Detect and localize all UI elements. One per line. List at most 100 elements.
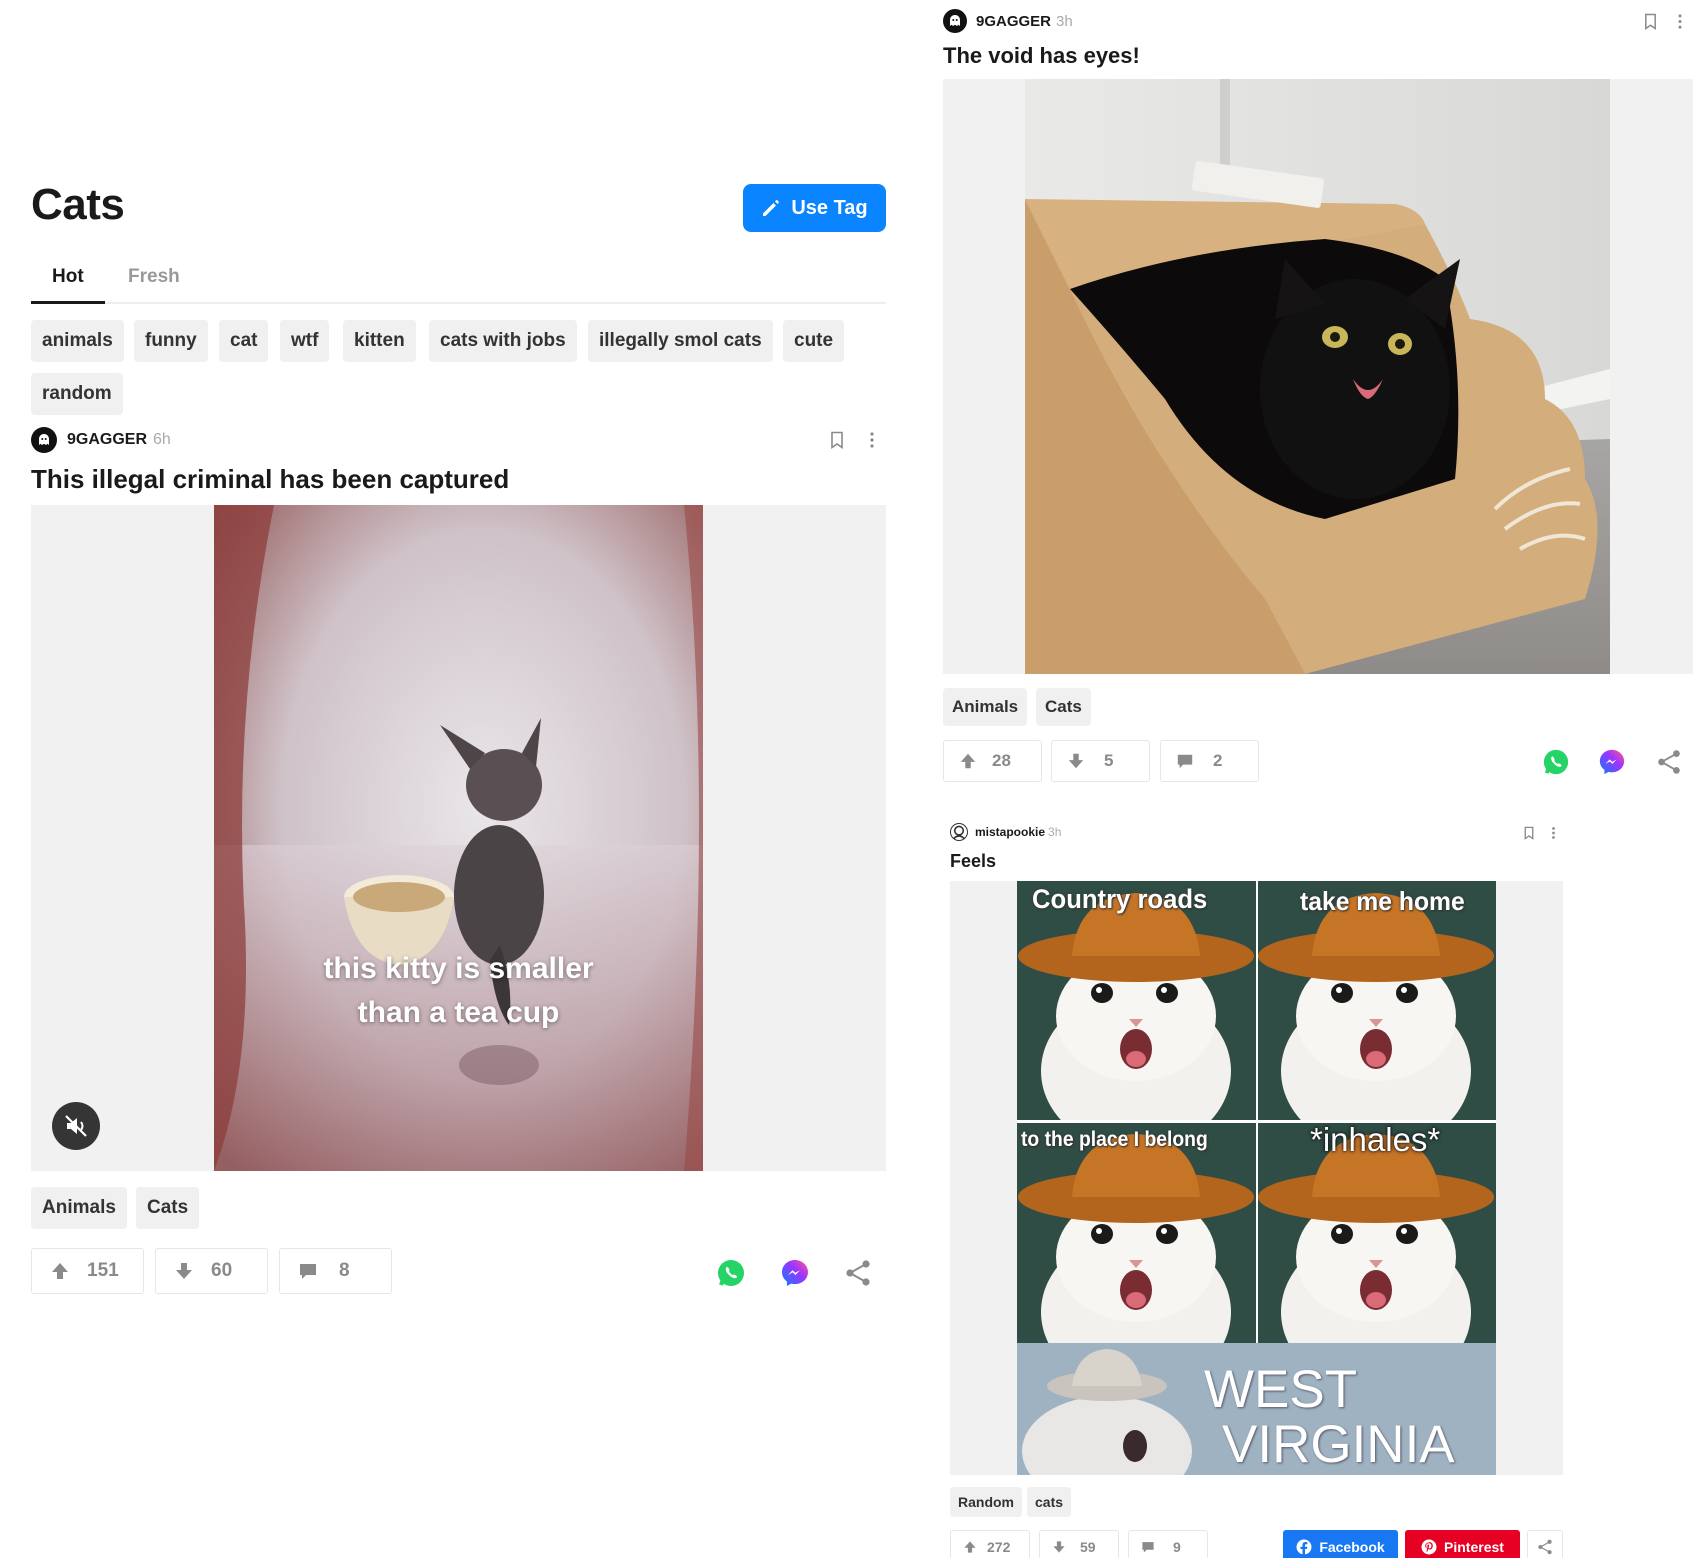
post-tag[interactable]: Animals <box>31 1187 127 1229</box>
tag-chip[interactable]: wtf <box>280 320 330 362</box>
tag-chip[interactable]: kitten <box>343 320 416 362</box>
upvote-count: 272 <box>987 1539 1011 1555</box>
meme-caption: take me home <box>1300 886 1465 916</box>
comments-button[interactable]: 8 <box>279 1248 392 1294</box>
cowboy-cat-meme[interactable]: Country roads take me home to the place … <box>1017 881 1496 1475</box>
avatar[interactable] <box>31 427 57 453</box>
facebook-label: Facebook <box>1319 1539 1385 1555</box>
post-title[interactable]: This illegal criminal has been captured <box>31 464 509 495</box>
downvote-button[interactable]: 60 <box>155 1248 268 1294</box>
comment-count: 9 <box>1173 1539 1181 1555</box>
bookmark-icon <box>1524 826 1534 840</box>
downvote-count: 59 <box>1080 1539 1096 1555</box>
pinterest-label: Pinterest <box>1444 1539 1504 1555</box>
author-name[interactable]: mistapookie <box>975 825 1045 839</box>
tab-hot[interactable]: Hot <box>31 266 105 304</box>
video-caption-line: this kitty is smaller <box>323 952 594 985</box>
arrow-down-icon <box>1053 1541 1065 1553</box>
post-header: 9GAGGER 3h <box>943 9 1073 33</box>
upvote-button[interactable]: 272 <box>950 1530 1030 1558</box>
downvote-count: 60 <box>211 1260 233 1281</box>
comment-icon <box>1142 1542 1154 1553</box>
tag-chip[interactable]: cat <box>219 320 269 362</box>
facebook-share-button[interactable]: Facebook <box>1283 1530 1398 1558</box>
avatar[interactable] <box>943 9 967 33</box>
upvote-count: 28 <box>992 751 1011 770</box>
post-time: 3h <box>1056 12 1073 30</box>
mute-toggle-button[interactable] <box>52 1102 100 1150</box>
comment-icon <box>1177 754 1193 769</box>
post-tag[interactable]: Cats <box>136 1187 200 1229</box>
avatar[interactable] <box>950 823 968 841</box>
post-media-container[interactable]: Country roads take me home to the place … <box>950 881 1563 1475</box>
pencil-icon <box>763 200 780 216</box>
messenger-icon[interactable] <box>1598 748 1626 776</box>
downvote-button[interactable]: 5 <box>1051 740 1150 782</box>
post-media-container[interactable]: this kitty is smaller than a tea cup <box>31 505 886 1171</box>
whatsapp-icon[interactable] <box>1542 748 1570 776</box>
tag-chip[interactable]: cats with jobs <box>429 320 577 362</box>
post-media-container[interactable] <box>943 79 1693 674</box>
post-time: 6h <box>153 431 171 448</box>
bookmark-button[interactable] <box>1521 824 1537 842</box>
arrow-down-icon <box>176 1263 192 1279</box>
more-options-button[interactable] <box>1547 824 1559 842</box>
messenger-icon[interactable] <box>780 1258 810 1288</box>
tag-chip[interactable]: random <box>31 373 123 415</box>
arrow-up-icon <box>52 1263 68 1279</box>
post-title[interactable]: The void has eyes! <box>943 43 1140 69</box>
comment-count: 8 <box>339 1260 350 1281</box>
upvote-button[interactable]: 151 <box>31 1248 144 1294</box>
upvote-button[interactable]: 28 <box>943 740 1042 782</box>
post-tag[interactable]: Random <box>950 1487 1022 1517</box>
more-options-button[interactable] <box>862 429 882 451</box>
kitten-video-frame <box>214 505 703 1171</box>
tag-chip[interactable]: cute <box>783 320 845 362</box>
pinterest-share-button[interactable]: Pinterest <box>1405 1530 1520 1558</box>
comments-button[interactable]: 9 <box>1128 1530 1208 1558</box>
post-header: 9GAGGER 6h <box>31 427 171 453</box>
meme-caption: *inhales* <box>1310 1121 1441 1158</box>
meme-caption: to the place I belong <box>1021 1128 1208 1151</box>
more-share-button[interactable] <box>1527 1530 1563 1558</box>
bookmark-icon <box>831 431 843 449</box>
post-title[interactable]: Feels <box>950 851 996 872</box>
meme-caption: WEST <box>1204 1360 1358 1419</box>
author-name[interactable]: 9GAGGER <box>67 431 147 449</box>
post-tag[interactable]: Cats <box>1036 688 1091 726</box>
tab-fresh[interactable]: Fresh <box>128 266 180 304</box>
arrow-up-icon <box>960 753 976 769</box>
more-vertical-icon <box>1678 13 1682 29</box>
downvote-button[interactable]: 59 <box>1039 1530 1119 1558</box>
use-tag-button[interactable]: Use Tag <box>743 184 886 232</box>
more-vertical-icon <box>870 432 874 448</box>
share-icon <box>1538 1539 1552 1555</box>
comment-icon <box>300 1264 316 1279</box>
comments-button[interactable]: 2 <box>1160 740 1259 782</box>
bookmark-button[interactable] <box>826 429 848 451</box>
bookmark-button[interactable] <box>1640 10 1660 32</box>
meme-caption: VIRGINIA <box>1222 1415 1455 1474</box>
ghost-icon <box>950 15 960 26</box>
author-name[interactable]: 9GAGGER <box>976 13 1051 30</box>
share-icon[interactable] <box>1656 749 1682 775</box>
more-options-button[interactable] <box>1672 10 1688 32</box>
comment-count: 2 <box>1213 751 1223 770</box>
post-tag[interactable]: Animals <box>943 688 1028 726</box>
kitten-video[interactable]: this kitty is smaller than a tea cup <box>214 505 703 1171</box>
post-tag[interactable]: cats <box>1027 1487 1072 1517</box>
sort-tabs: Hot Fresh <box>31 262 886 304</box>
tag-chip[interactable]: funny <box>134 320 208 362</box>
black-cat-in-box-image <box>1025 79 1610 674</box>
upvote-count: 151 <box>87 1260 119 1281</box>
arrow-up-icon <box>964 1541 976 1553</box>
arrow-down-icon <box>1068 753 1084 769</box>
tag-chip[interactable]: animals <box>31 320 124 362</box>
share-icon[interactable] <box>844 1259 872 1287</box>
use-tag-label: Use Tag <box>791 196 868 219</box>
whatsapp-icon[interactable] <box>716 1258 746 1288</box>
tag-chip[interactable]: illegally smol cats <box>588 320 773 362</box>
video-caption-line: than a tea cup <box>357 996 560 1029</box>
facebook-icon <box>1296 1539 1312 1555</box>
pinterest-icon <box>1421 1539 1437 1555</box>
